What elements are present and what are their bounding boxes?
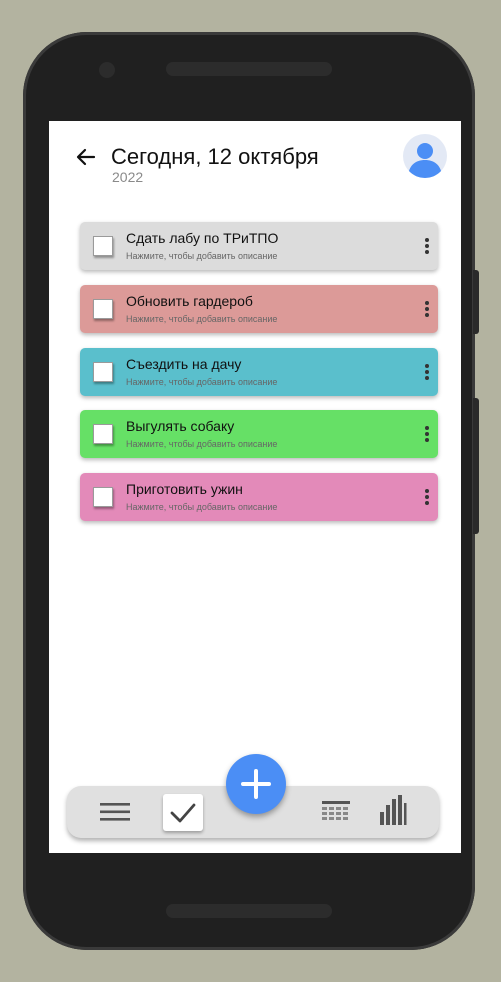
task-title: Обновить гардероб [126,293,253,309]
avatar[interactable] [403,134,447,178]
page-title: Сегодня, 12 октября [111,144,319,169]
more-dot [425,438,429,442]
task-checkbox[interactable] [93,487,113,507]
more-dot [425,370,429,374]
more-dot [425,313,429,317]
menu-icon [100,803,130,821]
more-vert-icon[interactable] [424,489,430,507]
more-dot [425,426,429,430]
more-vert-icon[interactable] [424,301,430,319]
task-description[interactable]: Нажмите, чтобы добавить описание [126,502,277,512]
more-dot [425,376,429,380]
task-title: Приготовить ужин [126,481,243,497]
app-screen: Сегодня, 12 октября 2022 Сдать лабу по Т… [49,121,461,853]
menu-button[interactable] [99,800,131,824]
task-title: Выгулять собаку [126,418,235,434]
back-button[interactable] [74,145,98,169]
calendar-button[interactable] [321,799,351,825]
task-title: Сдать лабу по ТРиТПО [126,230,279,246]
calendar-icon [322,801,350,820]
more-dot [425,244,429,248]
more-dot [425,432,429,436]
task-checkbox[interactable] [93,299,113,319]
task-description[interactable]: Нажмите, чтобы добавить описание [126,251,277,261]
task-checkbox[interactable] [93,424,113,444]
task-item[interactable]: Приготовить ужин Нажмите, чтобы добавить … [80,473,438,521]
bottom-speaker [166,904,332,918]
statistics-button[interactable] [379,794,407,826]
task-item[interactable]: Съездить на дачу Нажмите, чтобы добавить … [80,348,438,396]
volume-button [473,398,479,534]
task-description[interactable]: Нажмите, чтобы добавить описание [126,439,277,449]
task-description[interactable]: Нажмите, чтобы добавить описание [126,314,277,324]
task-item[interactable]: Выгулять собаку Нажмите, чтобы добавить о… [80,410,438,458]
front-camera [99,62,115,78]
more-dot [425,301,429,305]
add-task-button[interactable] [226,754,286,814]
page-subtitle-year: 2022 [112,169,144,185]
more-dot [425,489,429,493]
arrow-left-icon [76,148,96,166]
more-dot [425,501,429,505]
more-vert-icon[interactable] [424,426,430,444]
check-icon [170,803,196,823]
top-speaker [166,62,332,76]
more-dot [425,364,429,368]
plus-icon [241,769,271,799]
more-vert-icon[interactable] [424,364,430,382]
more-dot [425,495,429,499]
more-dot [425,250,429,254]
task-checkbox[interactable] [93,362,113,382]
stats-icon [380,795,407,825]
task-item[interactable]: Обновить гардероб Нажмите, чтобы добавить… [80,285,438,333]
power-button [473,270,479,334]
more-dot [425,307,429,311]
user-avatar-icon [408,143,442,178]
task-description[interactable]: Нажмите, чтобы добавить описание [126,377,277,387]
task-item[interactable]: Сдать лабу по ТРиТПО Нажмите, чтобы добав… [80,222,438,270]
more-dot [425,238,429,242]
more-vert-icon[interactable] [424,238,430,256]
task-checkbox[interactable] [93,236,113,256]
tasks-tab-button[interactable] [163,794,203,831]
task-title: Съездить на дачу [126,356,242,372]
